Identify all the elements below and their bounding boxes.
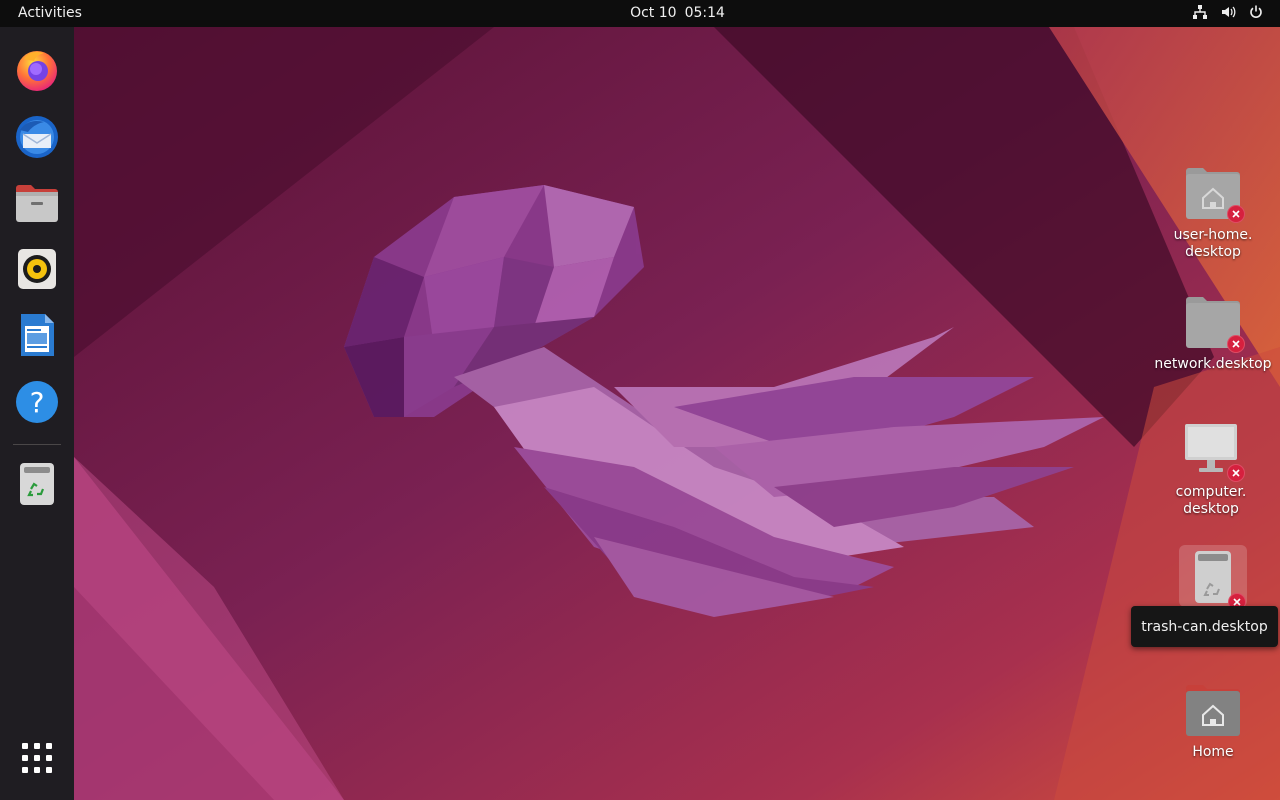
trash-icon [14, 461, 60, 511]
thunderbird-icon [14, 114, 60, 164]
desktop-icon-network[interactable]: network.desktop [1153, 294, 1273, 373]
top-bar: Activities Oct 10 05:14 [0, 0, 1280, 27]
desktop-icon-label: network.desktop [1154, 356, 1272, 372]
computer-icon [1181, 422, 1245, 482]
dock-item-rhythmbox[interactable] [12, 246, 62, 296]
desktop-icon-trash-can[interactable] [1153, 547, 1273, 611]
rhythmbox-icon [14, 246, 60, 296]
desktop-icon-user-home[interactable]: user-home. desktop [1153, 165, 1273, 261]
home-folder-icon [1183, 165, 1245, 225]
app-grid-icon [20, 741, 54, 779]
clock-button[interactable]: Oct 10 05:14 [630, 5, 725, 21]
desktop-icon-home[interactable]: Home [1153, 682, 1273, 761]
tooltip: trash-can.desktop [1131, 606, 1278, 647]
svg-text:?: ? [30, 386, 45, 419]
volume-icon [1220, 4, 1236, 20]
dock-item-help[interactable]: ? [12, 379, 62, 429]
clock-date: Oct 10 [630, 5, 677, 21]
desktop-icon-label: Home [1192, 744, 1234, 760]
desktop-wallpaper [74, 27, 1280, 800]
dock-item-files[interactable] [12, 180, 62, 230]
activities-button[interactable]: Activities [18, 5, 82, 21]
dock-item-firefox[interactable] [12, 47, 62, 97]
writer-icon [14, 312, 60, 362]
power-icon [1248, 4, 1264, 20]
system-tray[interactable] [1192, 4, 1264, 20]
help-icon: ? [14, 379, 60, 429]
dock-item-trash[interactable] [12, 461, 62, 511]
files-icon [14, 180, 60, 230]
error-badge [1227, 205, 1245, 223]
show-applications-button[interactable] [12, 735, 62, 785]
network-icon [1192, 4, 1208, 20]
desktop-icon-computer[interactable]: computer. desktop [1151, 422, 1271, 518]
dock-item-thunderbird[interactable] [12, 114, 62, 164]
error-badge [1227, 464, 1245, 482]
home-folder-icon [1183, 682, 1243, 742]
desktop-icon-label: user-home. desktop [1173, 227, 1253, 260]
clock-time: 05:14 [684, 5, 725, 21]
network-folder-icon [1183, 294, 1245, 354]
firefox-icon [14, 47, 60, 97]
desktop-icon-label: computer. desktop [1175, 484, 1247, 517]
clock: Oct 10 05:14 [0, 5, 1280, 21]
dock-item-libreoffice-writer[interactable] [12, 312, 62, 362]
trash-icon [1183, 547, 1246, 611]
error-badge [1227, 335, 1245, 353]
dock: ? [0, 27, 74, 800]
dock-separator [13, 444, 61, 445]
